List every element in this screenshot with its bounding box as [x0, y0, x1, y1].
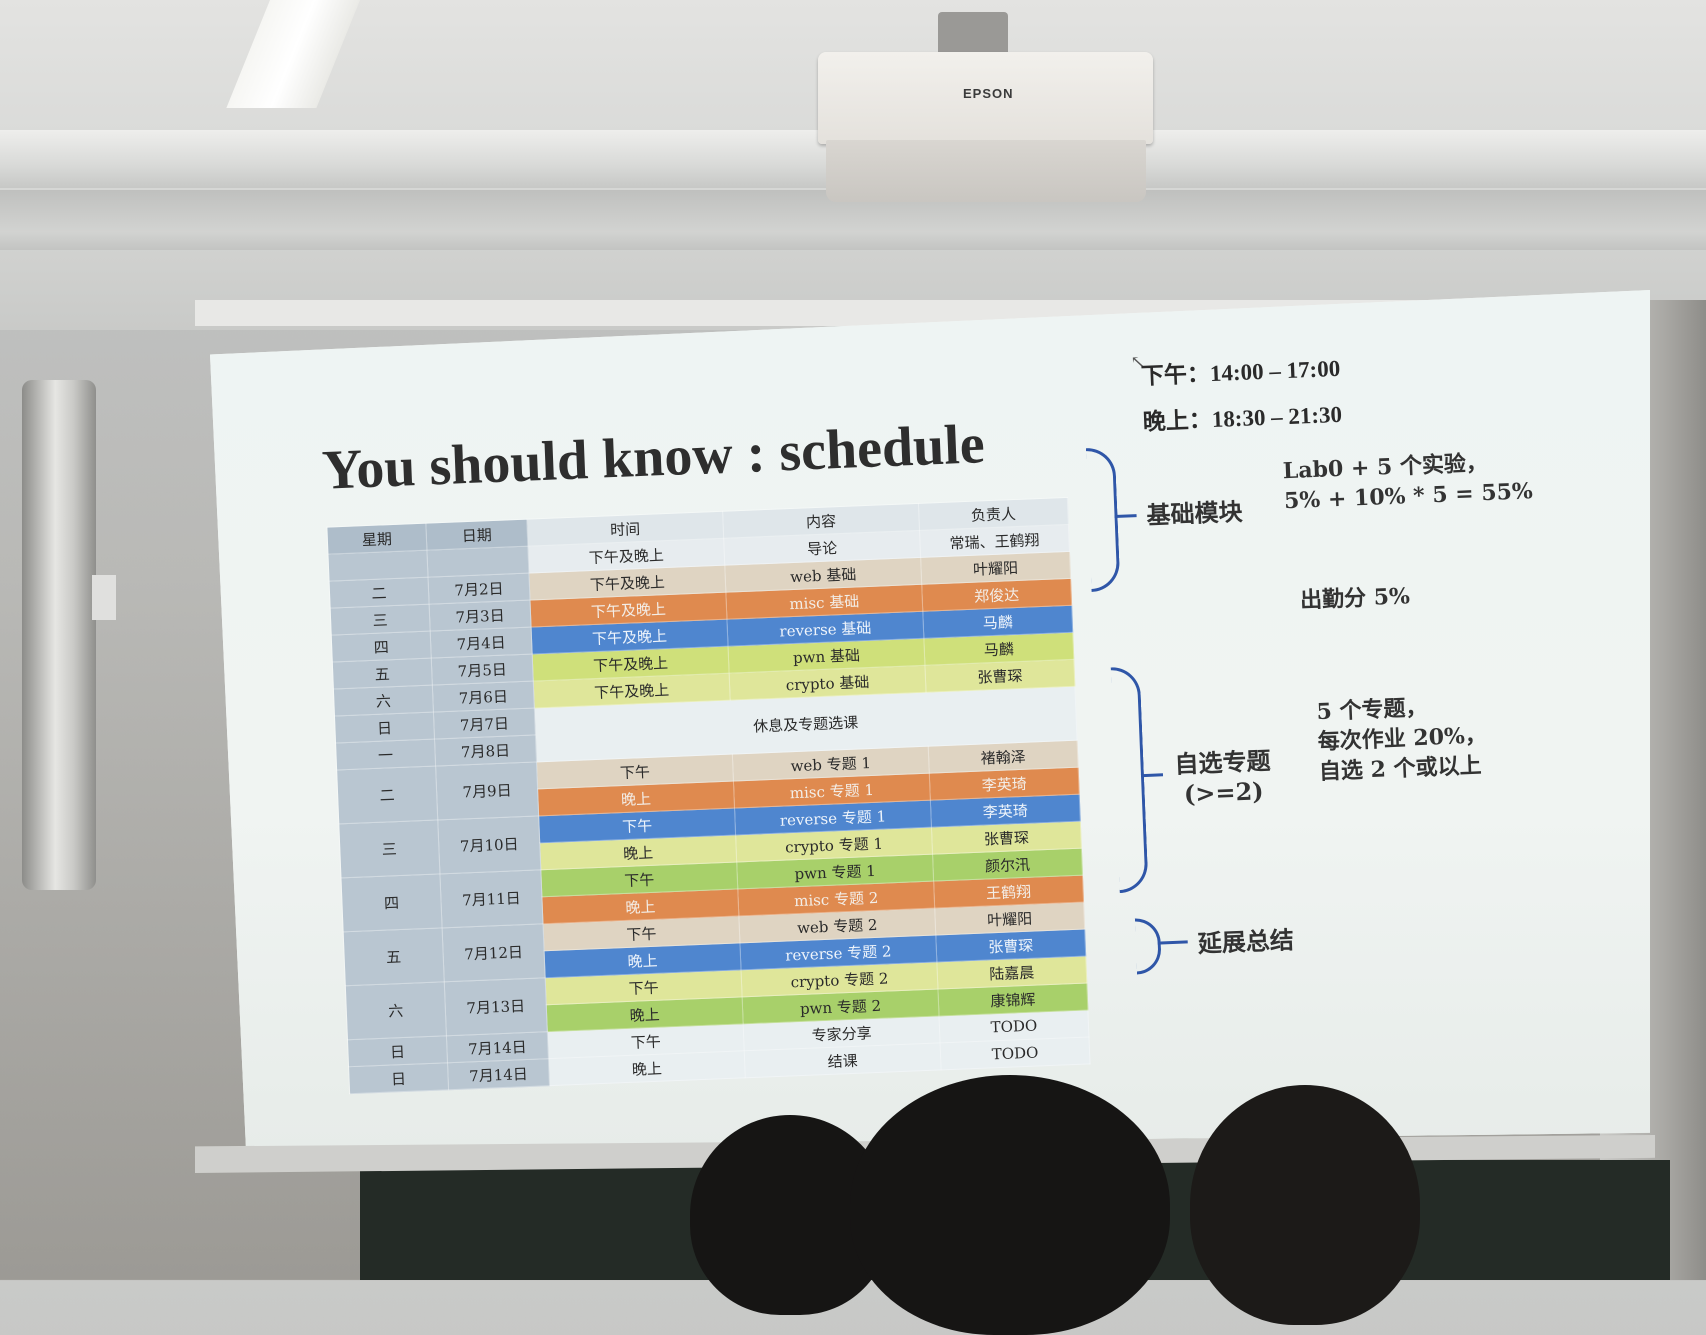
header-date: 日期 — [425, 519, 528, 551]
audience-head — [850, 1075, 1170, 1335]
date-cell: 7月9日 — [435, 761, 539, 820]
weekday-cell: 三 — [338, 819, 440, 878]
brace-basic — [1085, 446, 1121, 593]
brace-elective-tip — [1140, 773, 1164, 778]
date-cell: 7月8日 — [434, 734, 537, 766]
weekday-cell: 四 — [340, 873, 443, 932]
slide: ↖ You should know : schedule 下午：14:00 – … — [240, 317, 1589, 1129]
schedule-table: 星期 日期 时间 内容 负责人 下午及晚上 导论 常瑞、王鹤翔 二 7月2日 下… — [326, 497, 1091, 1094]
audience-head — [1190, 1085, 1420, 1325]
projector-mount — [938, 12, 1008, 56]
date-cell: 7月14日 — [446, 1031, 549, 1063]
weekday-cell — [327, 550, 428, 582]
label-basic-module: 基础模块 — [1145, 496, 1244, 530]
elective-note-line3: 自选 2 个或以上 — [1318, 752, 1483, 786]
date-cell: 7月10日 — [437, 815, 541, 874]
wall-speaker — [22, 380, 96, 890]
audience-heads — [690, 1045, 1430, 1335]
date-cell: 7月6日 — [432, 680, 535, 713]
weekday-cell: 五 — [343, 927, 445, 986]
projector-brand: EPSON — [963, 86, 1014, 101]
weekday-cell: 二 — [336, 765, 438, 824]
date-cell: 7月3日 — [429, 600, 532, 632]
brace-extension-tip — [1157, 940, 1188, 945]
weekday-cell: 六 — [345, 981, 447, 1040]
header-weekday: 星期 — [326, 523, 427, 555]
slide-title: You should know : schedule — [320, 413, 986, 502]
date-cell — [426, 546, 529, 578]
label-elective-line2: (>=2) — [1183, 776, 1265, 809]
brace-basic-tip — [1114, 514, 1137, 519]
afternoon-time: 下午：14:00 – 17:00 — [1140, 355, 1341, 389]
weekday-cell: 日 — [334, 712, 435, 743]
attendance-note: 出勤分 5% — [1299, 583, 1411, 614]
elective-note: 5 个专题， 每次作业 20%， 自选 2 个或以上 — [1316, 690, 1489, 787]
date-cell: 7月4日 — [430, 627, 533, 659]
date-cell: 7月14日 — [447, 1058, 550, 1090]
date-cell: 7月12日 — [442, 923, 546, 982]
evening-time: 晚上：18:30 – 21:30 — [1142, 401, 1343, 435]
label-elective: 自选专题 (>=2) — [1174, 741, 1272, 809]
basic-note: Lab0 + 5 个实验， 5% + 10% * 5 = 55% — [1282, 446, 1533, 516]
session-times: 下午：14:00 – 17:00 晚上：18:30 – 21:30 — [1140, 346, 1343, 446]
label-elective-line1: 自选专题 — [1173, 745, 1272, 779]
projector-base — [826, 140, 1146, 202]
weekday-cell: 三 — [330, 604, 431, 636]
weekday-cell: 六 — [333, 685, 434, 716]
weekday-cell: 五 — [332, 658, 433, 690]
weekday-cell: 二 — [329, 577, 430, 609]
weekday-cell: 日 — [347, 1035, 448, 1067]
brace-elective — [1110, 666, 1149, 894]
projector: EPSON — [818, 12, 1153, 202]
brace-extension — [1134, 917, 1162, 975]
date-cell: 7月2日 — [427, 573, 530, 605]
label-extension: 延展总结 — [1197, 925, 1295, 959]
date-cell: 7月7日 — [433, 707, 536, 739]
weekday-cell: 四 — [331, 631, 432, 663]
wall-switch — [92, 575, 116, 620]
date-cell: 7月13日 — [444, 977, 548, 1036]
date-cell: 7月5日 — [431, 654, 534, 686]
weekday-cell: 日 — [348, 1062, 449, 1094]
date-cell: 7月11日 — [439, 869, 543, 928]
weekday-cell: 一 — [335, 738, 436, 770]
